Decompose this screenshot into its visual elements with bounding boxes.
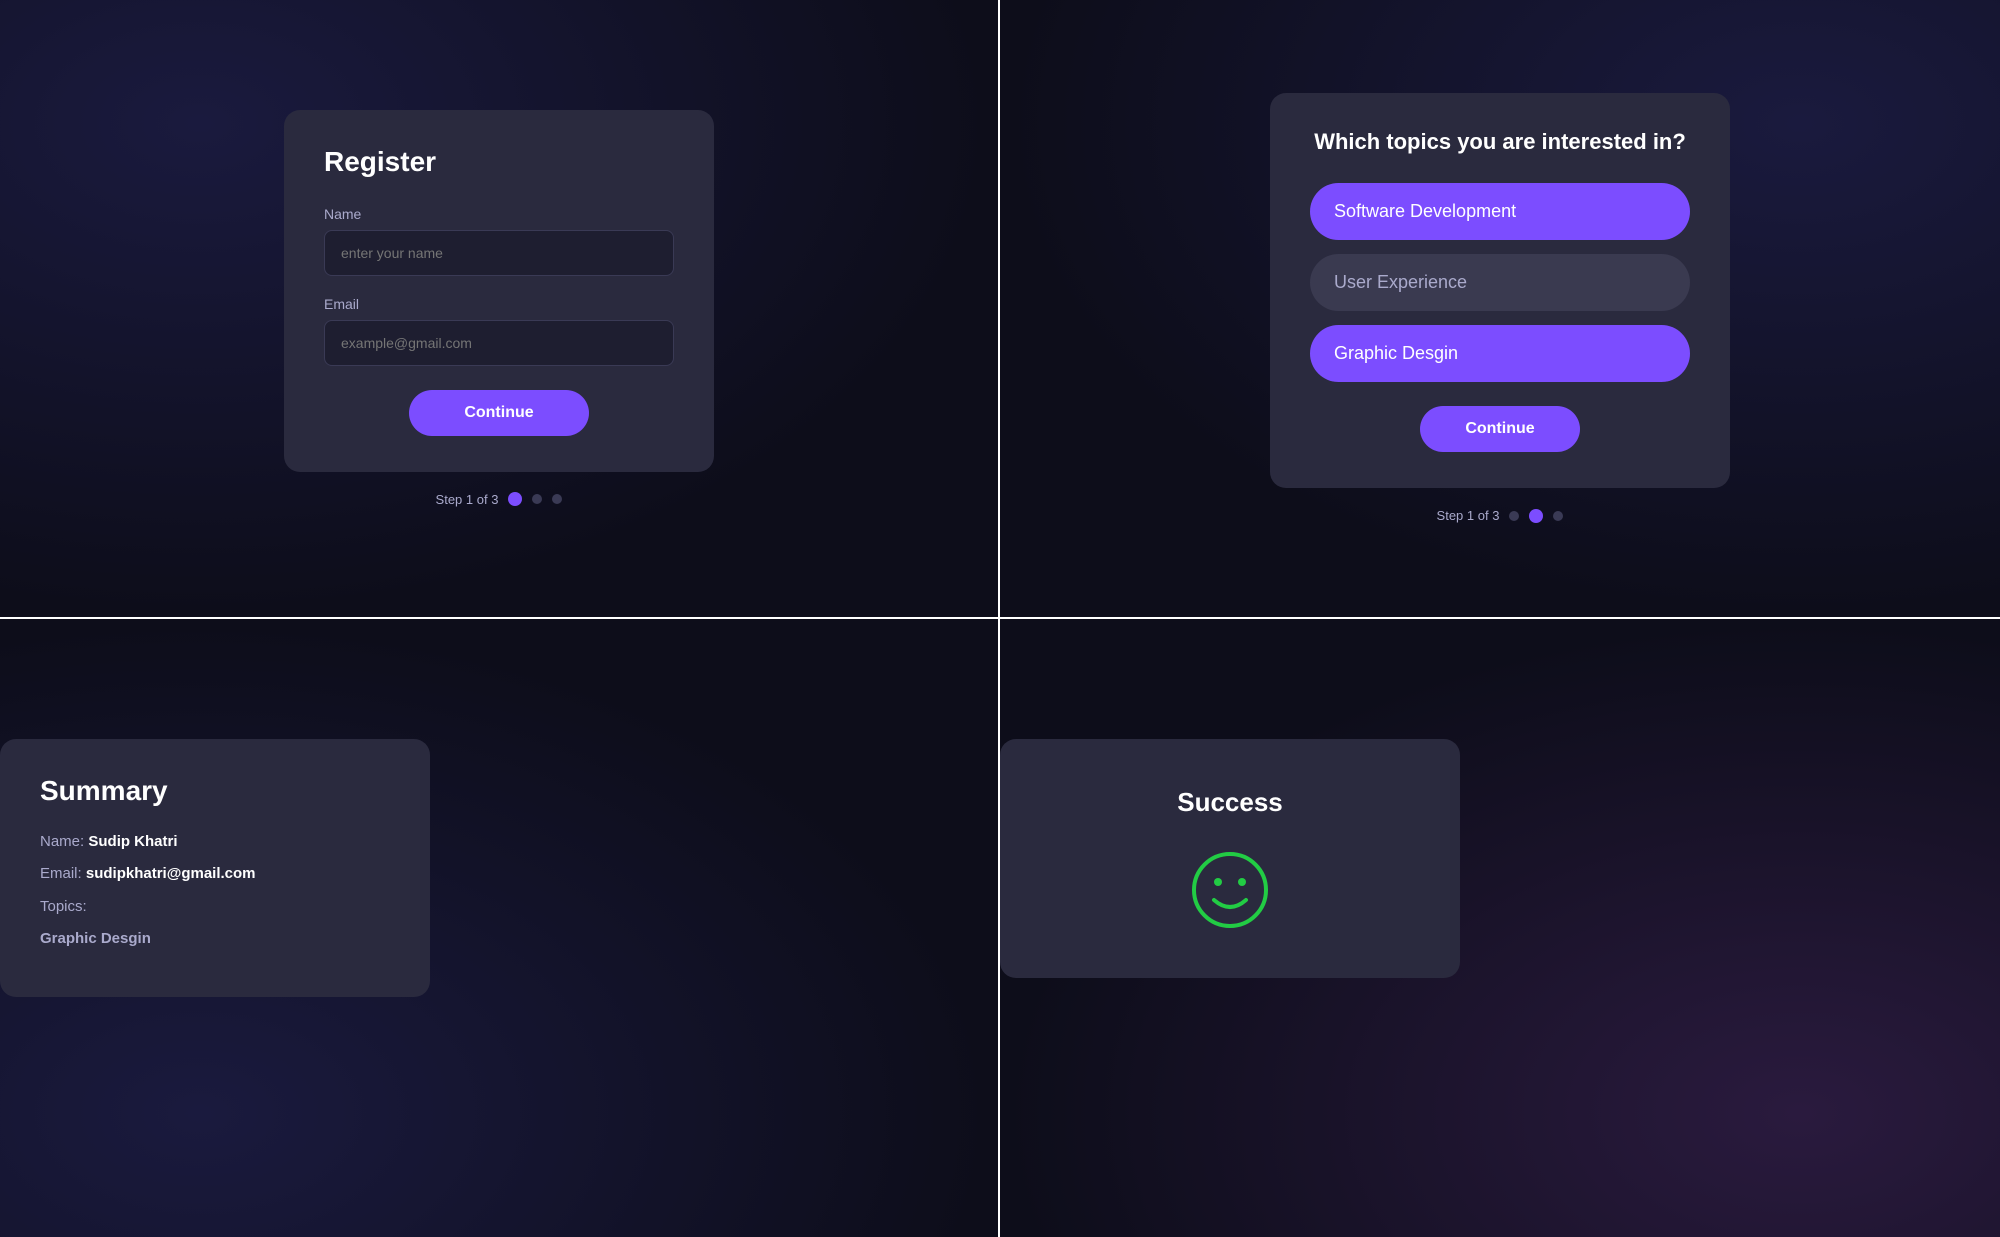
summary-name-value: Sudip Khatri bbox=[88, 833, 177, 850]
success-card: Success bbox=[1000, 739, 1460, 978]
summary-email-label: Email: bbox=[40, 865, 82, 882]
topics-card: Which topics you are interested in? Soft… bbox=[1270, 93, 1730, 488]
summary-name-line: Name: Sudip Khatri bbox=[40, 831, 390, 854]
summary-topics-line: Topics: bbox=[40, 896, 390, 919]
smiley-icon bbox=[1190, 850, 1270, 930]
success-title: Success bbox=[1040, 787, 1420, 818]
summary-quadrant: Summary Name: Sudip Khatri Email: sudipk… bbox=[0, 619, 1000, 1237]
step-dot-3 bbox=[552, 494, 562, 504]
success-quadrant: Success bbox=[1000, 619, 2000, 1237]
summary-card: Summary Name: Sudip Khatri Email: sudipk… bbox=[0, 739, 430, 997]
step-text-tl: Step 1 of 3 bbox=[436, 492, 499, 507]
step-indicator-tl: Step 1 of 3 bbox=[284, 492, 714, 507]
topic-graphic-design[interactable]: Graphic Desgin bbox=[1310, 325, 1690, 382]
step-dot-tr-1 bbox=[1509, 511, 1519, 521]
topics-question: Which topics you are interested in? bbox=[1310, 129, 1690, 155]
summary-topics-value: Graphic Desgin bbox=[40, 930, 151, 947]
email-form-group: Email bbox=[324, 296, 674, 366]
summary-topics-value-line: Graphic Desgin bbox=[40, 928, 390, 951]
step-dot-2 bbox=[532, 494, 542, 504]
summary-email-value: sudipkhatri@gmail.com bbox=[86, 865, 256, 882]
step-dot-tr-2 bbox=[1529, 509, 1543, 523]
step-text-tr: Step 1 of 3 bbox=[1437, 508, 1500, 523]
name-label: Name bbox=[324, 206, 674, 222]
step-dot-1 bbox=[508, 492, 522, 506]
topics-continue-button[interactable]: Continue bbox=[1420, 406, 1580, 452]
step-indicator-tr: Step 1 of 3 bbox=[1270, 508, 1730, 523]
email-label: Email bbox=[324, 296, 674, 312]
topic-software-dev[interactable]: Software Development bbox=[1310, 183, 1690, 240]
email-input[interactable] bbox=[324, 320, 674, 366]
name-form-group: Name bbox=[324, 206, 674, 276]
topic-user-experience[interactable]: User Experience bbox=[1310, 254, 1690, 311]
summary-title: Summary bbox=[40, 775, 390, 807]
continue-button[interactable]: Continue bbox=[409, 390, 589, 436]
topics-quadrant: Which topics you are interested in? Soft… bbox=[1000, 0, 2000, 619]
step-dot-tr-3 bbox=[1553, 511, 1563, 521]
register-card: Register Name Email Continue bbox=[284, 110, 714, 472]
register-quadrant: Register Name Email Continue Step 1 of 3 bbox=[0, 0, 1000, 619]
name-input[interactable] bbox=[324, 230, 674, 276]
register-title: Register bbox=[324, 146, 674, 178]
summary-name-label: Name: bbox=[40, 833, 84, 850]
summary-topics-label: Topics: bbox=[40, 898, 87, 915]
summary-email-line: Email: sudipkhatri@gmail.com bbox=[40, 863, 390, 886]
